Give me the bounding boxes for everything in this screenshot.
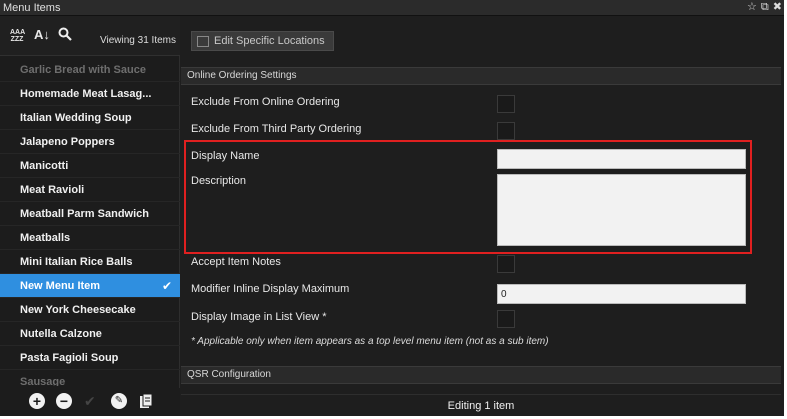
display-name-input[interactable]	[497, 149, 746, 169]
list-item-label: Jalapeno Poppers	[20, 135, 115, 148]
display-name-label: Display Name	[191, 150, 260, 162]
list-item-label: Manicotti	[20, 159, 69, 172]
list-item[interactable]: Garlic Bread with Sauce	[0, 58, 180, 82]
exclude-third-party-label: Exclude From Third Party Ordering	[191, 123, 362, 135]
sidebar-toolbar: AAA ZZZ A↓ Viewing 31 Items	[0, 16, 180, 56]
list-item-label: New Menu Item	[20, 279, 101, 292]
title-bar: Menu Items ☆ ⧉ ✖	[0, 0, 784, 16]
list-item-label: Nutella Calzone	[20, 327, 102, 340]
list-item-label: Sausage	[20, 375, 66, 387]
edit-icon[interactable]: ✎	[111, 393, 127, 409]
accept-item-notes-label: Accept Item Notes	[191, 256, 281, 268]
online-ordering-section-header[interactable]: Online Ordering Settings	[181, 67, 781, 85]
list-item[interactable]: Italian Wedding Soup	[0, 106, 180, 130]
item-detail-panel: Edit Specific Locations Online Ordering …	[181, 16, 784, 416]
window-title: Menu Items	[3, 2, 61, 14]
copy-icon[interactable]	[138, 393, 154, 409]
list-item[interactable]: Meatballs	[0, 226, 180, 250]
item-count-text: Viewing 31 Items	[100, 35, 176, 46]
edit-locations-label: Edit Specific Locations	[214, 35, 325, 47]
sort-az-icon[interactable]: A↓	[34, 27, 50, 42]
list-item-label: Homemade Meat Lasag...	[20, 87, 152, 100]
list-item-label: Meatball Parm Sandwich	[20, 207, 149, 220]
modifier-max-label: Modifier Inline Display Maximum	[191, 283, 350, 295]
list-item[interactable]: Nutella Calzone	[0, 322, 180, 346]
description-label: Description	[191, 175, 247, 187]
exclude-third-party-checkbox[interactable]	[497, 122, 515, 140]
star-icon[interactable]: ☆	[747, 1, 757, 14]
sidebar-actions: + − ✔ ✎	[0, 388, 180, 416]
search-icon[interactable]	[58, 27, 72, 46]
list-item[interactable]: Meatball Parm Sandwich	[0, 202, 180, 226]
list-item[interactable]: New Menu Item ✔	[0, 274, 180, 298]
checkmark-icon: ✔	[161, 279, 172, 293]
list-item[interactable]: Manicotti	[0, 154, 180, 178]
display-image-label: Display Image in List View *	[191, 311, 327, 323]
remove-icon[interactable]: −	[56, 393, 72, 409]
list-item[interactable]: Homemade Meat Lasag...	[0, 82, 180, 106]
applicable-note: * Applicable only when item appears as a…	[191, 336, 549, 347]
restore-icon[interactable]: ⧉	[761, 1, 769, 14]
status-bar: Editing 1 item	[181, 394, 781, 416]
list-item[interactable]: Jalapeno Poppers	[0, 130, 180, 154]
list-item-label: Meatballs	[20, 231, 71, 244]
exclude-online-checkbox[interactable]	[497, 95, 515, 113]
list-item-label: Garlic Bread with Sauce	[20, 63, 146, 76]
list-item-label: Italian Wedding Soup	[20, 111, 132, 124]
items-sidebar: AAA ZZZ A↓ Viewing 31 Items Garlic Bread …	[0, 16, 180, 416]
list-item[interactable]: Meat Ravioli	[0, 178, 180, 202]
menu-item-list: Garlic Bread with Sauce Homemade Meat Las…	[0, 58, 180, 386]
display-image-checkbox[interactable]	[497, 310, 515, 328]
grid-icon	[197, 36, 209, 47]
list-item[interactable]: Pasta Fagioli Soup	[0, 346, 180, 370]
close-icon[interactable]: ✖	[773, 1, 782, 14]
edit-specific-locations-button[interactable]: Edit Specific Locations	[191, 31, 334, 51]
window-controls: ☆ ⧉ ✖	[747, 1, 782, 14]
confirm-icon[interactable]: ✔	[84, 393, 100, 409]
modifier-max-input[interactable]	[497, 284, 746, 304]
description-textarea[interactable]	[497, 174, 746, 246]
list-item-label: Meat Ravioli	[20, 183, 85, 196]
list-item-label: New York Cheesecake	[20, 303, 136, 316]
add-icon[interactable]: +	[29, 393, 45, 409]
list-item[interactable]: Mini Italian Rice Balls	[0, 250, 180, 274]
list-item-label: Mini Italian Rice Balls	[20, 255, 133, 268]
list-item-label: Pasta Fagioli Soup	[20, 351, 119, 364]
accept-item-notes-checkbox[interactable]	[497, 255, 515, 273]
qsr-section-header[interactable]: QSR Configuration	[181, 366, 781, 384]
exclude-online-label: Exclude From Online Ordering	[191, 96, 340, 108]
list-item[interactable]: Sausage	[0, 370, 180, 387]
sort-alpha-icon[interactable]: AAA ZZZ	[10, 29, 25, 43]
menu-items-window: Menu Items ☆ ⧉ ✖ AAA ZZZ A↓ Viewing 31 It…	[0, 0, 784, 416]
list-item[interactable]: New York Cheesecake	[0, 298, 180, 322]
